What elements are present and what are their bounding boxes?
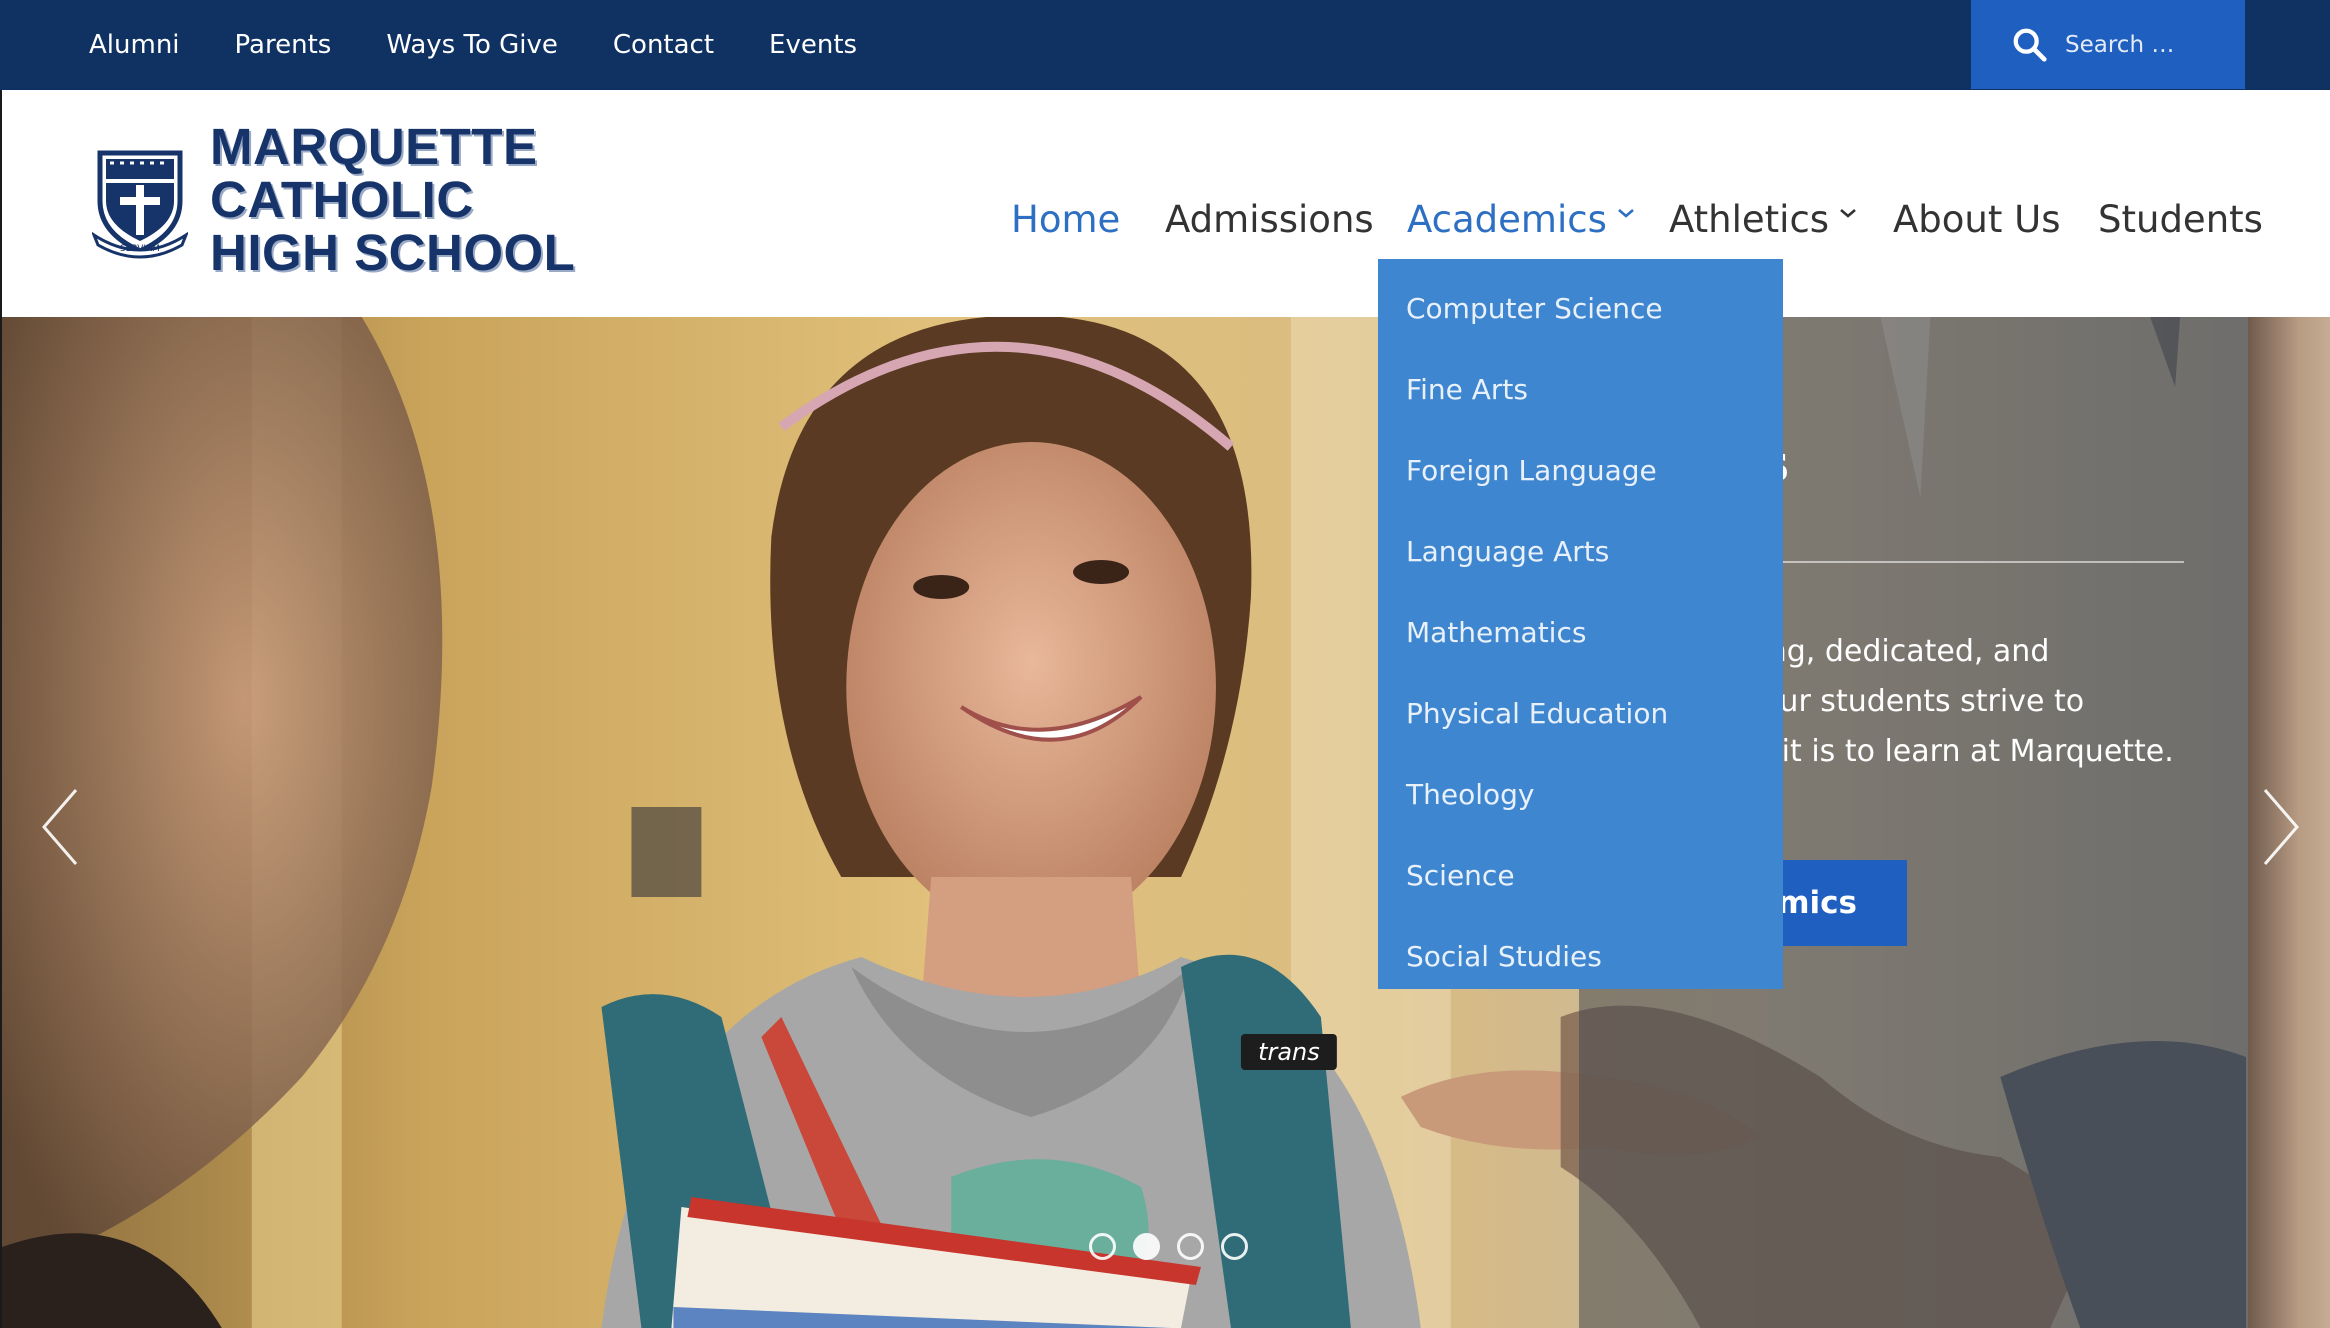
utility-link-parents[interactable]: Parents [235,30,332,60]
chevron-left-icon[interactable] [36,782,84,872]
backpack-patch-text: trans [1258,1038,1320,1066]
dropdown-item-fine-arts[interactable]: Fine Arts [1378,360,1783,441]
search-box[interactable] [1971,0,2245,89]
nav-item-home[interactable]: Home [1011,198,1120,241]
hero-body-line-1: king, dedicated, and [1742,634,2050,669]
academics-dropdown-menu: Computer Science Fine Arts Foreign Langu… [1378,259,1783,989]
carousel-dot-3[interactable] [1177,1233,1204,1260]
utility-link-alumni[interactable]: Alumni [89,30,180,60]
nav-label: Admissions [1165,198,1374,241]
nav-item-about-us[interactable]: About Us [1893,198,2061,241]
dropdown-item-language-arts[interactable]: Language Arts [1378,522,1783,603]
hero-body-line-3: at it is to learn at Marquette. [1742,734,2174,769]
hero-body: king, dedicated, and , our students stri… [1742,627,2222,777]
nav-label: Athletics [1669,198,1830,241]
nav-item-students[interactable]: Students [2098,198,2263,241]
search-icon[interactable] [2011,26,2049,64]
nav-item-admissions[interactable]: Admissions [1165,198,1374,241]
chevron-down-icon [1618,208,1634,218]
nav-item-athletics[interactable]: Athletics [1669,198,1857,241]
dropdown-item-mathematics[interactable]: Mathematics [1378,603,1783,684]
dropdown-item-social-studies[interactable]: Social Studies [1378,927,1783,1008]
utility-bar-edge [2245,0,2330,90]
hero-body-line-2: , our students strive to [1742,684,2085,719]
nav-label: Academics [1407,198,1607,241]
main-nav: Home Admissions Academics Athletics Abou… [2,90,2330,317]
carousel-dot-1[interactable] [1089,1233,1116,1260]
nav-label: Home [1011,198,1121,241]
hero-carousel: trans nts king, dedicated, and , our stu… [0,317,2330,1328]
dropdown-item-theology[interactable]: Theology [1378,765,1783,846]
dropdown-item-foreign-language[interactable]: Foreign Language [1378,441,1783,522]
utility-link-ways-to-give[interactable]: Ways To Give [386,30,558,60]
dropdown-item-computer-science[interactable]: Computer Science [1378,279,1783,360]
search-input[interactable] [2065,31,2235,58]
utility-link-contact[interactable]: Contact [613,30,714,60]
dropdown-item-science[interactable]: Science [1378,846,1783,927]
nav-label: Students [2098,198,2263,241]
carousel-indicators [1089,1233,1265,1260]
chevron-down-icon [1840,208,1856,218]
chevron-right-icon[interactable] [2257,782,2305,872]
site-header: SERVIAM MARQUETTE CATHOLIC HIGH SCHOOL H… [0,90,2330,317]
utility-bar: Alumni Parents Ways To Give Contact Even… [0,0,2330,90]
dropdown-item-physical-education[interactable]: Physical Education [1378,684,1783,765]
nav-item-academics[interactable]: Academics [1407,198,1635,241]
carousel-dot-2[interactable] [1133,1233,1160,1260]
carousel-dot-4[interactable] [1221,1233,1248,1260]
nav-label: About Us [1893,198,2061,241]
utility-nav: Alumni Parents Ways To Give Contact Even… [89,0,912,90]
utility-link-events[interactable]: Events [769,30,857,60]
